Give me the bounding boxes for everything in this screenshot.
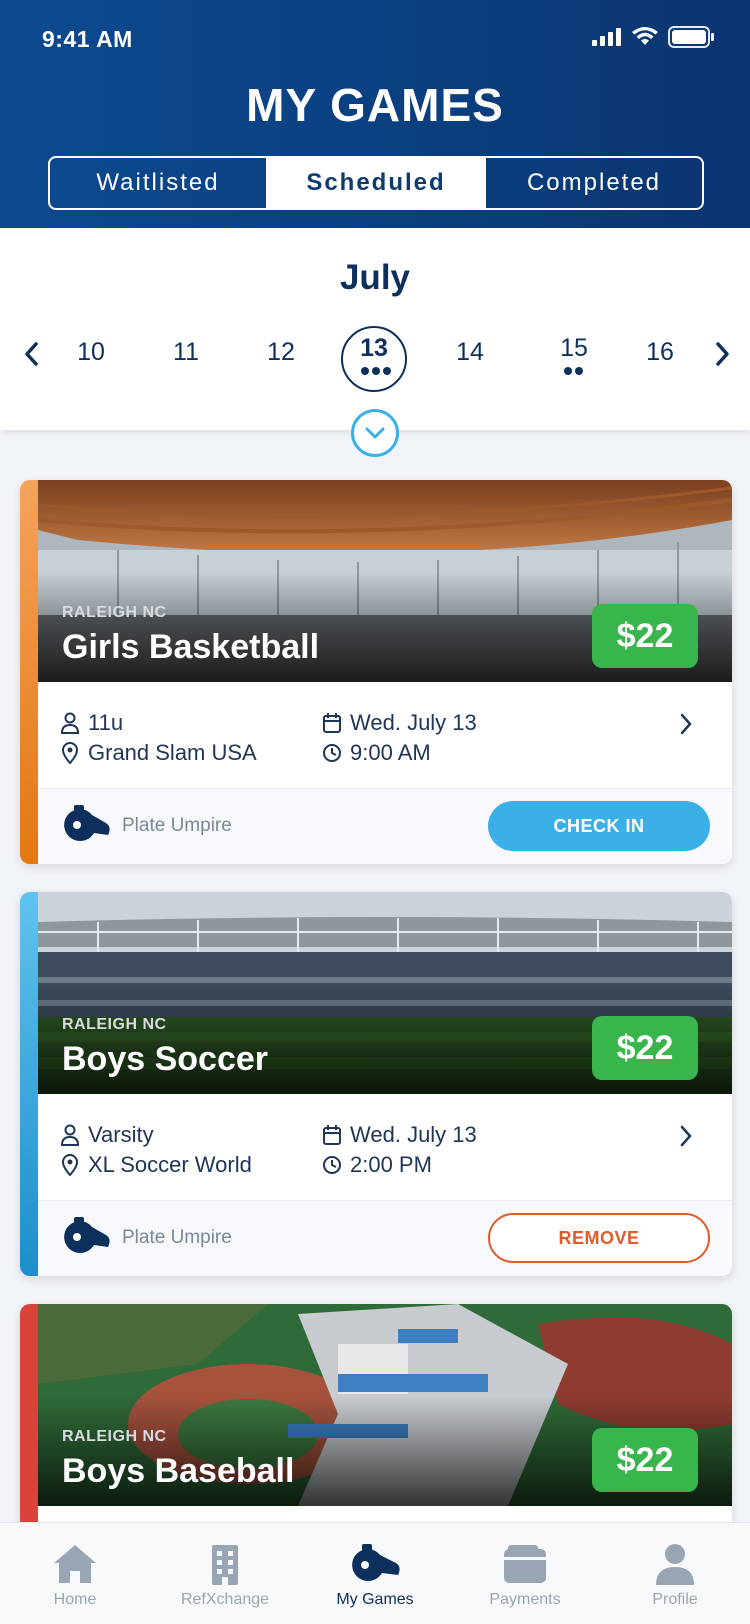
calendar-icon [323, 713, 341, 733]
card-footer: Plate Umpire CHECK IN [38, 788, 732, 864]
home-icon [54, 1545, 96, 1583]
header: 9:41 AM MY GAMES Waitlisted Scheduled Co… [0, 0, 750, 228]
location-pin-icon [61, 742, 79, 764]
tab-waitlisted[interactable]: Waitlisted [50, 158, 266, 208]
price-badge: $22 [592, 604, 698, 668]
nav-payments-label: Payments [489, 1591, 561, 1608]
wifi-icon [632, 27, 658, 45]
clock-icon [323, 1156, 341, 1174]
status-time: 9:41 AM [42, 26, 133, 52]
whistle-icon [352, 1544, 400, 1581]
venue-text: Grand Slam USA [88, 740, 257, 765]
check-in-button[interactable]: CHECK IN [488, 801, 710, 851]
date-text: Wed. July 13 [350, 1122, 477, 1147]
nav-payments[interactable]: Payments [450, 1523, 600, 1624]
whistle-icon [64, 1217, 110, 1253]
nav-home-label: Home [53, 1591, 97, 1608]
price-badge: $22 [592, 1428, 698, 1492]
person-icon [656, 1544, 694, 1585]
card-accent-bar [20, 1304, 38, 1522]
status-icons [592, 26, 714, 48]
price-badge: $22 [592, 1016, 698, 1080]
game-details: 11u Grand Slam USA Wed. July 13 9:00 AM [38, 682, 732, 788]
date-row: Wed. July 13 [322, 1122, 477, 1148]
location-tag: RALEIGH NC [62, 1428, 167, 1445]
chevron-right-icon[interactable] [710, 340, 734, 368]
level-text: 11u [88, 710, 124, 735]
time-row: 2:00 PM [322, 1152, 432, 1178]
game-title: Girls Basketball [62, 628, 320, 666]
game-details: Varsity XL Soccer World Wed. July 13 2:0… [38, 1094, 732, 1200]
nav-refxchange[interactable]: RefXchange [150, 1523, 300, 1624]
day-15[interactable]: 15 [539, 334, 609, 363]
card-accent-bar [20, 892, 38, 1276]
time-text: 2:00 PM [350, 1152, 432, 1177]
bottom-tab-bar: Home RefXchange My Games Payments Profil… [0, 1522, 750, 1624]
signal-icon [592, 28, 621, 46]
remove-button[interactable]: REMOVE [488, 1213, 710, 1263]
location-tag: RALEIGH NC [62, 1016, 167, 1033]
day-12[interactable]: 12 [246, 338, 316, 367]
game-title: Boys Baseball [62, 1452, 295, 1490]
date-picker: July 10 11 12 13 14 15 16 [0, 228, 750, 430]
month-label: July [339, 258, 411, 297]
day-16[interactable]: 16 [625, 338, 695, 367]
nav-my-games-label: My Games [336, 1591, 414, 1608]
chevron-down-icon [365, 427, 385, 439]
clock-icon [323, 744, 341, 762]
day-14[interactable]: 14 [435, 338, 505, 367]
date-row: Wed. July 13 [322, 710, 477, 736]
game-card[interactable]: RALEIGH NC Boys Baseball $22 [20, 1304, 732, 1522]
tab-scheduled[interactable]: Scheduled [266, 158, 484, 208]
time-row: 9:00 AM [322, 740, 431, 766]
time-text: 9:00 AM [350, 740, 431, 765]
expand-calendar-button[interactable] [351, 409, 399, 457]
venue-photo: RALEIGH NC Girls Basketball $22 [38, 480, 732, 682]
status-segmented-control: Waitlisted Scheduled Completed [48, 156, 704, 210]
venue-photo: RALEIGH NC Boys Baseball $22 [38, 1304, 732, 1506]
game-card[interactable]: RALEIGH NC Girls Basketball $22 11u Gran… [20, 480, 732, 864]
card-accent-bar [20, 480, 38, 864]
tab-completed[interactable]: Completed [484, 158, 702, 208]
role-label: Plate Umpire [122, 1227, 232, 1248]
building-icon [212, 1545, 238, 1585]
venue-text: XL Soccer World [88, 1152, 252, 1177]
battery-icon [668, 26, 714, 48]
location-tag: RALEIGH NC [62, 604, 167, 621]
venue-photo: RALEIGH NC Boys Soccer $22 [38, 892, 732, 1094]
game-title: Boys Soccer [62, 1040, 268, 1078]
calendar-icon [323, 1125, 341, 1145]
nav-refxchange-label: RefXchange [180, 1591, 270, 1608]
nav-profile-label: Profile [652, 1591, 698, 1608]
chevron-right-icon[interactable] [678, 1124, 694, 1148]
venue-row: Grand Slam USA [60, 740, 257, 766]
role-label: Plate Umpire [122, 815, 232, 836]
day-11[interactable]: 11 [151, 338, 221, 367]
level-row: 11u [60, 710, 123, 736]
page-title: MY GAMES [246, 79, 504, 131]
chevron-right-icon[interactable] [678, 712, 694, 736]
whistle-icon [64, 805, 110, 841]
person-icon [60, 1124, 80, 1146]
game-card[interactable]: RALEIGH NC Boys Soccer $22 Varsity XL So… [20, 892, 732, 1276]
game-count-dots [564, 367, 583, 375]
level-row: Varsity [60, 1122, 154, 1148]
nav-profile[interactable]: Profile [600, 1523, 750, 1624]
card-footer: Plate Umpire REMOVE [38, 1200, 732, 1276]
location-pin-icon [61, 1154, 79, 1176]
wallet-icon [504, 1545, 546, 1583]
venue-row: XL Soccer World [60, 1152, 252, 1178]
person-icon [60, 712, 80, 734]
date-text: Wed. July 13 [350, 710, 477, 735]
day-13[interactable]: 13 [339, 334, 409, 363]
level-text: Varsity [88, 1122, 154, 1147]
nav-my-games[interactable]: My Games [300, 1523, 450, 1624]
day-10[interactable]: 10 [56, 338, 126, 367]
nav-home[interactable]: Home [0, 1523, 150, 1624]
chevron-left-icon[interactable] [20, 340, 44, 368]
game-count-dots [361, 367, 391, 375]
